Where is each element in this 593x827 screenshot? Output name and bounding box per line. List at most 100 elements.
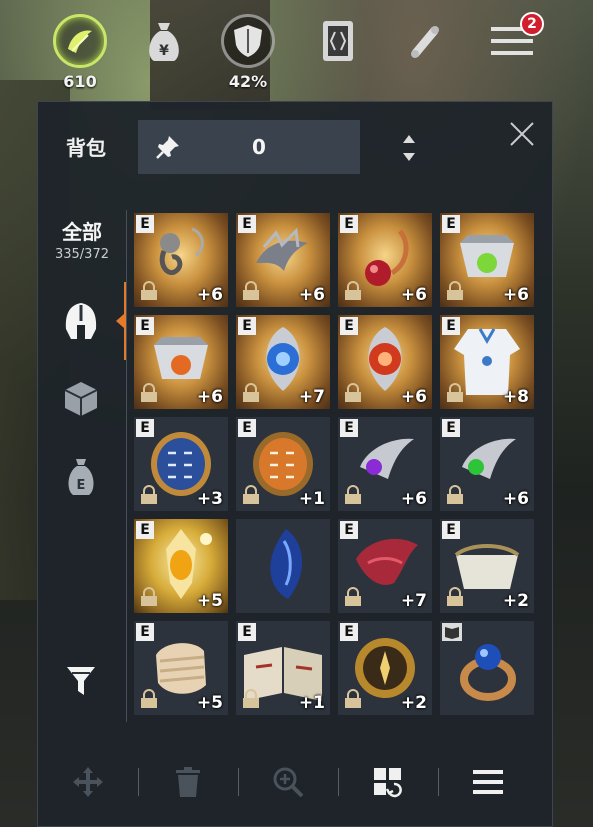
sort-button[interactable] xyxy=(394,128,424,168)
money-bag-tab-icon: E xyxy=(68,459,94,495)
inventory-slot[interactable]: E +7 xyxy=(236,315,330,409)
inventory-slot[interactable] xyxy=(236,519,330,613)
grade-badge: E xyxy=(340,215,358,233)
active-tab-arrow xyxy=(116,314,124,328)
shield-icon xyxy=(221,14,275,68)
notification-badge: 2 xyxy=(520,12,544,36)
inventory-panel: 背包 0 全部 335/372 E E +6 E +6 E +6 E +6 E … xyxy=(37,101,553,827)
inventory-slot[interactable]: E +6 xyxy=(236,213,330,307)
lock-icon xyxy=(345,587,361,606)
bottom-toolbar xyxy=(38,750,554,814)
move-button[interactable] xyxy=(38,754,138,810)
inventory-slot[interactable]: E +5 xyxy=(134,519,228,613)
inventory-slot[interactable]: E +1 xyxy=(236,621,330,715)
grade-badge: E xyxy=(238,317,256,335)
tab-materials[interactable] xyxy=(58,376,104,422)
lock-icon xyxy=(447,587,463,606)
money-bag-button[interactable]: ¥ xyxy=(132,14,196,94)
enhance-level: +7 xyxy=(298,387,325,407)
lock-icon xyxy=(243,689,259,708)
inventory-slot[interactable]: E +2 xyxy=(338,621,432,715)
lock-icon xyxy=(141,587,157,606)
grade-badge: E xyxy=(238,623,256,641)
filter-icon xyxy=(67,667,95,695)
enhance-level: +6 xyxy=(400,285,427,305)
enhance-level: +6 xyxy=(298,285,325,305)
enhance-level: +3 xyxy=(196,489,223,509)
inventory-slot[interactable]: E +6 xyxy=(134,315,228,409)
grade-badge: E xyxy=(340,317,358,335)
enhance-level: +5 xyxy=(196,591,223,611)
blue-crystal-icon xyxy=(270,529,303,599)
inventory-slot[interactable]: E +3 xyxy=(134,417,228,511)
inventory-slot[interactable]: E +7 xyxy=(338,519,432,613)
pin-icon xyxy=(138,120,198,174)
main-menu-button[interactable]: 2 xyxy=(480,12,544,94)
delete-button[interactable] xyxy=(138,754,238,810)
codex-book-icon xyxy=(311,14,365,68)
menu-button[interactable] xyxy=(438,754,538,810)
enhance-level: +2 xyxy=(502,591,529,611)
lock-icon xyxy=(345,485,361,504)
grade-badge: E xyxy=(340,419,358,437)
inventory-slot[interactable]: E +8 xyxy=(440,315,534,409)
close-button[interactable] xyxy=(504,116,540,152)
grade-badge: E xyxy=(136,419,154,437)
scroll-icon xyxy=(397,14,451,68)
shield-indicator[interactable]: 42% xyxy=(216,14,280,94)
inventory-slot[interactable] xyxy=(440,621,534,715)
tab-all[interactable]: 全部 335/372 xyxy=(38,216,126,262)
scroll-button[interactable] xyxy=(392,14,456,94)
grade-badge: E xyxy=(442,215,460,233)
lock-icon xyxy=(141,689,157,708)
sort-arrows-icon xyxy=(403,135,415,161)
enhance-level: +7 xyxy=(400,591,427,611)
inventory-slot[interactable]: E +1 xyxy=(236,417,330,511)
trash-icon xyxy=(176,767,200,797)
inventory-slot[interactable]: E +6 xyxy=(134,213,228,307)
svg-text:E: E xyxy=(77,478,86,493)
pinned-count: 0 xyxy=(252,135,266,159)
panel-header: 背包 0 xyxy=(38,102,552,182)
lock-icon xyxy=(141,485,157,504)
tab-equipment[interactable] xyxy=(58,298,104,344)
inventory-slot[interactable]: E +6 xyxy=(338,417,432,511)
top-hud: 610 ¥ 42% 2 xyxy=(0,0,593,100)
tab-consumables[interactable]: E xyxy=(58,454,104,500)
lock-icon xyxy=(345,281,361,300)
inventory-slot[interactable]: E +6 xyxy=(440,417,534,511)
lock-icon xyxy=(447,383,463,402)
svg-text:¥: ¥ xyxy=(159,43,169,59)
inventory-slot[interactable]: E +5 xyxy=(134,621,228,715)
lock-icon xyxy=(447,485,463,504)
pinned-items-box[interactable]: 0 xyxy=(138,120,360,174)
box-icon xyxy=(64,382,98,416)
helmet-icon xyxy=(65,303,97,339)
sidebar-divider xyxy=(126,210,127,722)
inventory-slot[interactable]: E +6 xyxy=(440,213,534,307)
filter-button[interactable] xyxy=(58,658,104,704)
arrange-grid-icon xyxy=(374,768,402,798)
auto-arrange-button[interactable] xyxy=(338,754,438,810)
lock-icon xyxy=(243,485,259,504)
inventory-slot[interactable]: E +6 xyxy=(338,315,432,409)
inventory-slot[interactable]: E +2 xyxy=(440,519,534,613)
enhance-level: +6 xyxy=(196,285,223,305)
grade-badge: E xyxy=(442,317,460,335)
enhance-level: +1 xyxy=(298,489,325,509)
enhance-level: +2 xyxy=(400,693,427,713)
enhance-level: +6 xyxy=(400,489,427,509)
grade-badge: E xyxy=(238,215,256,233)
zoom-button[interactable] xyxy=(238,754,338,810)
codex-button[interactable] xyxy=(306,14,370,94)
tab-all-label: 全部 xyxy=(62,220,102,244)
grade-badge: E xyxy=(340,521,358,539)
enhance-level: +5 xyxy=(196,693,223,713)
percent-value: 42% xyxy=(228,72,268,91)
energy-icon xyxy=(53,14,107,68)
energy-indicator[interactable]: 610 xyxy=(48,14,112,94)
grade-badge: E xyxy=(340,623,358,641)
enhance-level: +6 xyxy=(400,387,427,407)
list-menu-icon xyxy=(473,770,503,794)
inventory-slot[interactable]: E +6 xyxy=(338,213,432,307)
